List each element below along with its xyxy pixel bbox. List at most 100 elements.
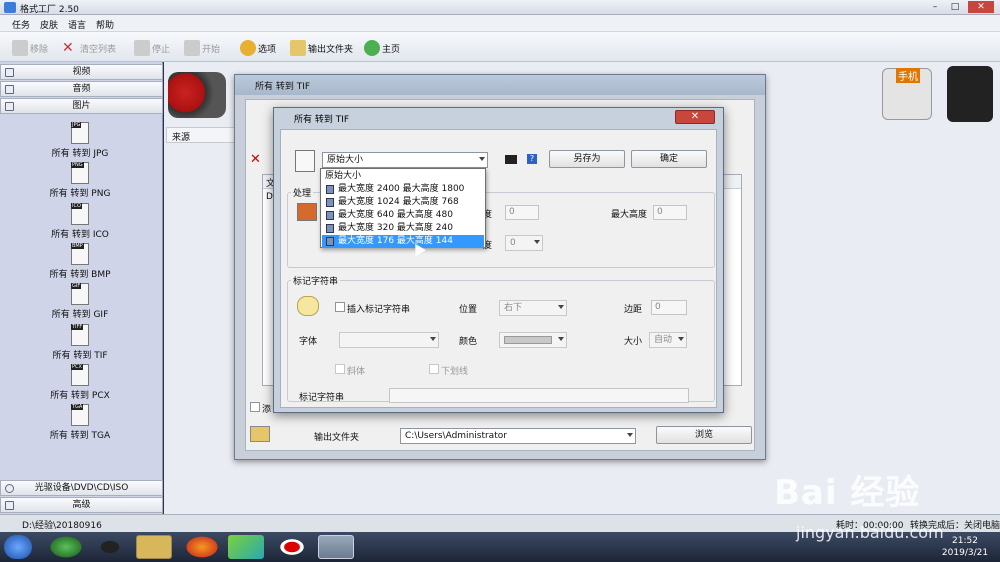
sidebar-section-audio[interactable]: 音频: [0, 81, 163, 97]
dropdown-option[interactable]: 最大宽度 640 最大高度 480: [322, 209, 484, 222]
monitor-icon: [326, 211, 334, 220]
home-button[interactable]: 主页: [364, 40, 400, 56]
help-icon[interactable]: ?: [527, 154, 537, 164]
format-gif[interactable]: GIF 所有 转到 GIF: [30, 283, 130, 320]
png-icon: PNG: [71, 162, 89, 184]
dropdown-option[interactable]: 原始大小: [322, 170, 484, 183]
menu-help[interactable]: 帮助: [96, 18, 114, 31]
add-label: 添: [262, 405, 272, 415]
italic-checkbox[interactable]: [335, 364, 345, 374]
convert-dialog: 所有 转到 TIF ✕ 原始大小 ? 另存为 确定 处理 度 0 最大高度 0 …: [273, 107, 724, 413]
minimize-button[interactable]: –: [926, 1, 944, 13]
options-button[interactable]: 选项: [240, 40, 276, 56]
output-path-select[interactable]: C:\Users\Administrator: [400, 428, 636, 444]
process-label: 处理: [291, 186, 314, 199]
dialog-close-button[interactable]: ✕: [675, 110, 715, 124]
delete-icon[interactable]: ✕: [250, 152, 261, 167]
rotate-select[interactable]: 0: [505, 235, 543, 251]
output-folder-icon[interactable]: [250, 426, 270, 442]
dropdown-option[interactable]: 最大宽度 320 最大高度 240: [322, 222, 484, 235]
folder-icon: [290, 40, 306, 56]
taskbar-player-icon[interactable]: [228, 535, 264, 559]
taskbar-app-360-icon[interactable]: [48, 535, 84, 559]
italic-label: 斜体: [347, 367, 366, 377]
advanced-icon: [5, 501, 14, 510]
start-button[interactable]: 开始: [184, 40, 220, 56]
jpg-icon: JPG: [71, 122, 89, 144]
size-select[interactable]: 原始大小: [322, 152, 488, 168]
monitor-icon: [326, 185, 334, 194]
color-label: 颜色: [459, 337, 478, 347]
taskbar-explorer-icon[interactable]: [136, 535, 172, 559]
position-select[interactable]: 右下: [499, 300, 567, 316]
start-icon: [184, 40, 200, 56]
format-jpg[interactable]: JPG 所有 转到 JPG: [30, 122, 130, 159]
monitor-icon: [326, 224, 334, 233]
add-checkbox[interactable]: [250, 402, 260, 412]
menu-skin[interactable]: 皮肤: [40, 18, 58, 31]
color-select[interactable]: [499, 332, 567, 348]
format-tif[interactable]: TIFF 所有 转到 TIF: [30, 324, 130, 361]
insert-mark-checkbox[interactable]: [335, 302, 345, 312]
camera-logo-icon: [168, 72, 226, 118]
watermark-url: jingyan.baidu.com: [796, 523, 944, 542]
format-png[interactable]: PNG 所有 转到 PNG: [30, 162, 130, 199]
dropdown-option-selected[interactable]: 最大宽度 176 最大高度 144: [322, 235, 484, 248]
close-app-button[interactable]: ✕: [968, 1, 994, 13]
save-as-button[interactable]: 另存为: [549, 150, 625, 168]
max-width-input[interactable]: 0: [505, 205, 539, 220]
gear-icon: [240, 40, 256, 56]
clear-list-button[interactable]: ✕ 清空列表: [62, 40, 116, 56]
sidebar-section-image[interactable]: 图片: [0, 98, 163, 114]
browse-button[interactable]: 浏览: [656, 426, 752, 444]
start-menu-icon[interactable]: [4, 535, 32, 559]
video-section-icon: [5, 68, 14, 77]
file-row[interactable]: D: [266, 192, 273, 202]
format-tga[interactable]: TGA 所有 转到 TGA: [30, 404, 130, 441]
sidebar-section-optical[interactable]: 光驱设备\DVD\CD\ISO: [0, 480, 163, 496]
back-window-titlebar: 所有 转到 TIF: [235, 75, 765, 95]
size-dropdown-list: 原始大小 最大宽度 2400 最大高度 1800 最大宽度 1024 最大高度 …: [320, 168, 486, 248]
ok-button[interactable]: 确定: [631, 150, 707, 168]
gif-icon: GIF: [71, 283, 89, 305]
menu-bar: 任务 皮肤 语言 帮助: [0, 15, 1000, 32]
taskbar-firefox-icon[interactable]: [184, 535, 220, 559]
mark-string-label: 标记字符串: [299, 393, 345, 403]
source-header: 来源: [166, 127, 236, 143]
margin-label: 边距: [624, 305, 643, 315]
sidebar-section-video[interactable]: 视频: [0, 64, 163, 80]
output-folder-button[interactable]: 输出文件夹: [290, 40, 353, 56]
size-label: 大小: [624, 337, 643, 347]
menu-language[interactable]: 语言: [68, 18, 86, 31]
stop-button[interactable]: 停止: [134, 40, 170, 56]
maximize-button[interactable]: □: [946, 1, 964, 13]
size-auto-select[interactable]: 自动: [649, 332, 687, 348]
margin-input[interactable]: 0: [651, 300, 687, 315]
baidu-watermark: Bai 经验 jingyan.baidu.com: [760, 455, 1000, 555]
taskbar-qq-icon[interactable]: [92, 535, 128, 559]
image-process-icon[interactable]: [297, 203, 317, 221]
resize-icon[interactable]: [505, 155, 517, 164]
dropdown-option[interactable]: 最大宽度 1024 最大高度 768: [322, 196, 484, 209]
format-bmp[interactable]: BMP 所有 转到 BMP: [30, 243, 130, 280]
audio-section-icon: [5, 85, 14, 94]
taskbar-record-icon[interactable]: [274, 535, 310, 559]
menu-task[interactable]: 任务: [12, 18, 30, 31]
smartphone-icon: [947, 66, 993, 122]
format-ico[interactable]: ICO 所有 转到 ICO: [30, 203, 130, 240]
format-pcx[interactable]: PCX 所有 转到 PCX: [30, 364, 130, 401]
underline-checkbox[interactable]: [429, 364, 439, 374]
font-select[interactable]: [339, 332, 439, 348]
phone-label: 手机: [896, 68, 920, 83]
underline-label: 下划线: [441, 367, 469, 377]
taskbar-format-factory-icon[interactable]: [318, 535, 354, 559]
remove-button[interactable]: 移除: [12, 40, 48, 56]
clear-icon: ✕: [62, 40, 74, 56]
insert-mark-label: 插入标记字符串: [347, 305, 411, 315]
bmp-icon: BMP: [71, 243, 89, 265]
mark-string-input[interactable]: [389, 388, 689, 403]
max-height-input[interactable]: 0: [653, 205, 687, 220]
sidebar-section-advanced[interactable]: 高级: [0, 497, 163, 513]
position-label: 位置: [459, 305, 478, 315]
dropdown-option[interactable]: 最大宽度 2400 最大高度 1800: [322, 183, 484, 196]
